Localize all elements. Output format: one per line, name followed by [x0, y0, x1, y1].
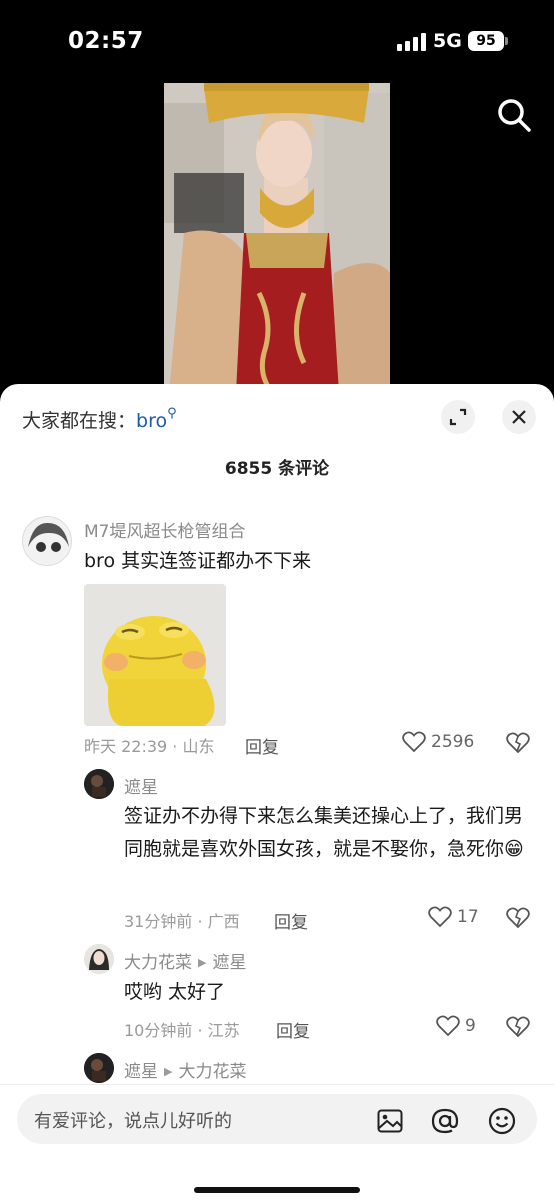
- cellular-signal-icon: [397, 33, 427, 51]
- emoji-icon[interactable]: [488, 1107, 516, 1135]
- search-icon[interactable]: [494, 95, 534, 135]
- comment-sheet: 大家都在搜：bro⚲ 6855 条评论 M7堤风超长枪管组合 bro 其实连签证…: [0, 384, 554, 1200]
- video-player[interactable]: [164, 83, 390, 393]
- status-bar: 02:57 5G 95: [0, 0, 554, 80]
- reply-button[interactable]: 回复: [274, 908, 308, 933]
- reply-author[interactable]: 遮星: [124, 1062, 158, 1082]
- heart-icon: [428, 906, 452, 928]
- like-button[interactable]: 17: [428, 906, 479, 928]
- reply-button[interactable]: 回复: [245, 733, 279, 758]
- home-indicator: [194, 1187, 360, 1193]
- frog-meme-image: [84, 584, 226, 726]
- comment-username: 遮星 ▶ 大力花菜: [124, 1057, 246, 1082]
- dislike-icon[interactable]: [506, 907, 530, 929]
- comment-image[interactable]: [84, 584, 226, 726]
- dislike-icon[interactable]: [506, 1016, 530, 1038]
- comment-meta: 10分钟前 · 江苏: [124, 1021, 240, 1040]
- reply-author[interactable]: 大力花菜: [124, 953, 192, 973]
- mention-icon[interactable]: [431, 1107, 459, 1135]
- avatar[interactable]: [84, 944, 114, 974]
- heart-icon: [436, 1015, 460, 1037]
- comment-username[interactable]: M7堤风超长枪管组合: [84, 517, 245, 542]
- reply-target[interactable]: 遮星: [212, 953, 246, 973]
- like-count: 9: [465, 1016, 476, 1036]
- comment-meta: 昨天 22:39 · 山东: [84, 737, 215, 756]
- comment-input-bar: 有爱评论，说点儿好听的: [0, 1084, 554, 1200]
- comment-input-placeholder: 有爱评论，说点儿好听的: [34, 1111, 232, 1132]
- dislike-icon[interactable]: [506, 732, 530, 754]
- grin-emoji: 😁: [504, 838, 524, 860]
- avatar[interactable]: [22, 516, 72, 566]
- comment-text: 签证办不办得下来怎么集美还操心上了，我们男同胞就是喜欢外国女孩，就是不娶你，急死…: [124, 800, 529, 866]
- avatar-image: [84, 944, 114, 974]
- comment-username: 大力花菜 ▶ 遮星: [124, 948, 246, 973]
- reply-target[interactable]: 大力花菜: [178, 1062, 246, 1082]
- hot-search[interactable]: 大家都在搜：bro⚲: [22, 406, 177, 433]
- like-button[interactable]: 2596: [402, 731, 474, 753]
- expand-icon: [449, 408, 467, 426]
- like-count: 17: [457, 907, 479, 927]
- hot-search-keyword[interactable]: bro: [136, 410, 167, 432]
- avatar-image: [84, 1053, 114, 1083]
- battery-indicator: 95: [468, 31, 504, 51]
- battery-tip: [505, 37, 508, 45]
- comment-count: 6855 条评论: [224, 459, 330, 479]
- image-icon[interactable]: [376, 1107, 404, 1135]
- reply-arrow-icon: ▶: [198, 956, 207, 969]
- reply-button[interactable]: 回复: [276, 1017, 310, 1042]
- network-type: 5G: [433, 30, 462, 52]
- status-time: 02:57: [68, 28, 144, 54]
- heart-icon: [402, 731, 426, 753]
- avatar[interactable]: [84, 769, 114, 799]
- hot-search-icon: ⚲: [167, 406, 177, 421]
- avatar[interactable]: [84, 1053, 114, 1083]
- comment-text: 哎哟 太好了: [124, 981, 226, 1003]
- video-frame: [164, 83, 390, 393]
- reply-arrow-icon: ▶: [164, 1065, 173, 1078]
- comment-meta: 31分钟前 · 广西: [124, 912, 240, 931]
- hot-search-label: 大家都在搜：: [22, 410, 137, 432]
- like-button[interactable]: 9: [436, 1015, 476, 1037]
- expand-button[interactable]: [441, 400, 475, 434]
- close-icon: [512, 410, 526, 424]
- avatar-image: [23, 517, 71, 565]
- comment-username[interactable]: 遮星: [124, 773, 158, 798]
- like-count: 2596: [431, 732, 475, 752]
- comment-text: bro 其实连签证都办不下来: [84, 550, 312, 572]
- comment-text-body: 签证办不办得下来怎么集美还操心上了，我们男同胞就是喜欢外国女孩，就是不娶你，急死…: [124, 805, 524, 860]
- comment-input[interactable]: 有爱评论，说点儿好听的: [17, 1094, 537, 1144]
- avatar-image: [84, 769, 114, 799]
- close-button[interactable]: [502, 400, 536, 434]
